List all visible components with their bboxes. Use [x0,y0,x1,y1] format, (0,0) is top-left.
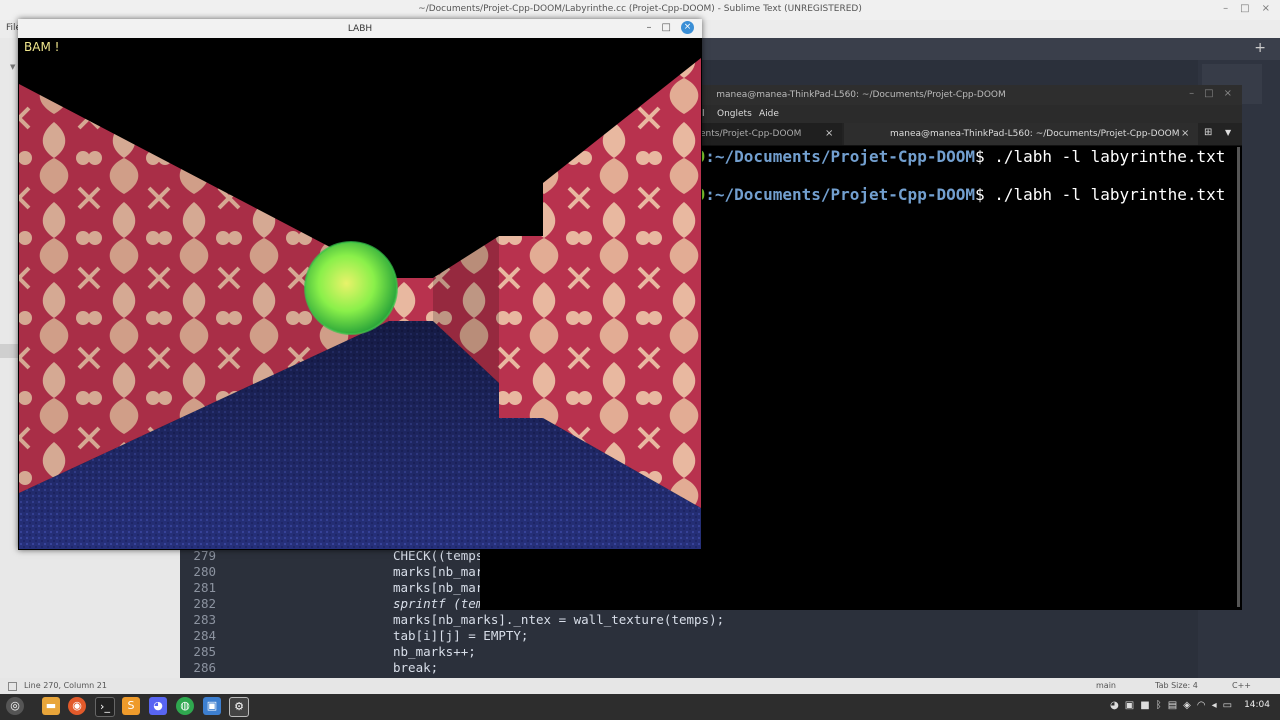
sublime-titlebar: ~/Documents/Projet-Cpp-DOOM/Labyrinthe.c… [0,0,1280,20]
mint-menu-icon[interactable]: ◎ [6,697,24,715]
screenshot-icon[interactable]: ▣ [203,697,221,715]
right-opening-wall [499,236,543,418]
tab-label: ents/Projet-Cpp-DOOM [700,129,802,139]
system-tray: ◕ ▣ ■ ᛒ ▤ ◈ ◠ ◂ ▭ 14:04 [1110,700,1270,711]
panel-toggle-icon[interactable] [8,682,17,691]
terminal-tab-active[interactable]: manea@manea-ThinkPad-L560: ~/Documents/P… [844,123,1198,145]
bluetooth-icon[interactable]: ᛒ [1156,700,1162,711]
sublime-icon[interactable]: S [122,697,140,715]
discord-tray-icon[interactable]: ◕ [1110,700,1119,711]
close-icon[interactable]: × [1181,128,1189,139]
game-title: LABH [347,24,373,34]
game-viewport[interactable] [19,38,701,549]
new-tab-icon[interactable]: + [1254,40,1266,56]
volume-icon[interactable]: ◂ [1212,700,1217,711]
code-line: sprintf (tem [393,596,484,611]
line-number: 282 [193,596,216,611]
tab-size[interactable]: Tab Size: 4 [1155,681,1198,690]
line-number: 279 [193,548,216,563]
line-number: 281 [193,580,216,595]
menu-partial[interactable]: l [702,109,705,119]
git-branch[interactable]: main [1096,681,1116,690]
terminal-line: 60:~/Documents/Projet-Cpp-DOOM$ ./labh -… [686,185,1226,204]
screenshot-tray-icon[interactable]: ▣ [1125,700,1134,711]
game-message: BAM ! [24,40,60,54]
line-number: 284 [193,628,216,643]
new-tab-icon[interactable]: ⊞ [1204,127,1212,138]
line-number: 285 [193,644,216,659]
line-number: 280 [193,564,216,579]
settings-icon[interactable]: ⚙ [229,697,249,717]
minimize-icon[interactable]: – [1189,88,1194,99]
files-icon[interactable]: ▬ [42,697,60,715]
close-icon[interactable]: × [825,128,833,139]
close-icon[interactable]: × [1262,3,1270,14]
maximize-icon[interactable]: □ [1240,3,1249,14]
code-line: break; [393,660,439,675]
chevron-down-icon[interactable]: ▼ [1225,128,1231,137]
cursor-position: Line 270, Column 21 [24,681,107,690]
minimize-icon[interactable]: – [647,22,652,33]
close-icon[interactable]: × [1224,88,1232,99]
battery-icon[interactable]: ▭ [1223,700,1232,711]
close-icon[interactable]: × [681,21,694,34]
maximize-icon[interactable]: □ [1204,88,1213,99]
wifi-icon[interactable]: ◠ [1197,700,1206,711]
box-tray-icon[interactable]: ■ [1140,700,1149,711]
terminal-line: 60:~/Documents/Projet-Cpp-DOOM$ ./labh -… [686,147,1226,166]
code-line: CHECK((temps [393,548,484,563]
browser-icon[interactable]: ◍ [176,697,194,715]
folder-toggle-icon[interactable]: ▼ [10,63,15,71]
scrollbar[interactable] [1237,147,1240,607]
minimize-icon[interactable]: – [1223,3,1228,14]
tab-label: manea@manea-ThinkPad-L560: ~/Documents/P… [890,129,1180,139]
code-line: tab[i][j] = EMPTY; [393,628,529,643]
syntax-mode[interactable]: C++ [1232,681,1251,690]
game-titlebar: LABH – □ × [18,19,702,38]
maximize-icon[interactable]: □ [662,22,671,33]
code-line: marks[nb_mar [393,580,484,595]
sublime-window-title: ~/Documents/Projet-Cpp-DOOM/Labyrinthe.c… [418,4,862,14]
code-line: nb_marks++; [393,644,476,659]
menu-onglets[interactable]: Onglets [717,109,752,119]
clock[interactable]: 14:04 [1244,700,1270,711]
firefox-icon[interactable]: ◉ [68,697,86,715]
update-icon[interactable]: ▤ [1168,700,1177,711]
line-number: 283 [193,612,216,627]
discord-icon[interactable]: ◕ [149,697,167,715]
shield-icon[interactable]: ◈ [1183,700,1191,711]
code-line: marks[nb_mar [393,564,484,579]
terminal-icon[interactable]: ›_ [95,697,115,717]
game-window: LABH – □ × BAM ! [18,19,702,550]
line-number: 286 [193,660,216,675]
code-line: marks[nb_marks]._ntex = wall_texture(tem… [393,612,725,627]
sublime-statusbar: Line 270, Column 21 main Tab Size: 4 C++ [0,678,1280,694]
taskbar: ◎ ▬ ◉ ›_ S ◕ ◍ ▣ ⚙ ◕ ▣ ■ ᛒ ▤ ◈ ◠ ◂ ▭ 14:… [0,694,1280,720]
menu-aide[interactable]: Aide [759,109,779,119]
